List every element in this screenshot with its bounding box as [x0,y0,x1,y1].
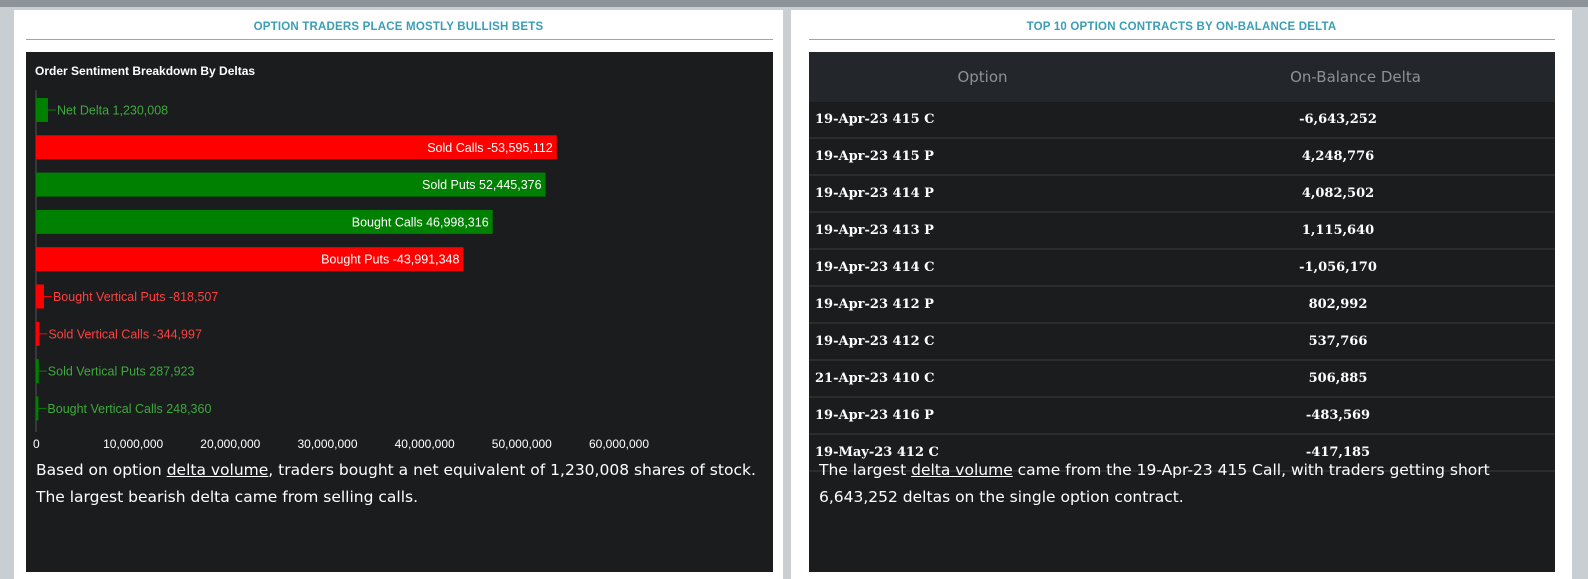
contracts-panel: TOP 10 OPTION CONTRACTS BY ON-BALANCE DE… [791,10,1572,579]
top-bar [0,0,1588,7]
description-text: Based on option [36,461,167,479]
sentiment-bar-chart: Net Delta 1,230,008 Sold Calls -53,595,11… [33,90,649,451]
title-divider [809,39,1555,40]
panel-title: OPTION TRADERS PLACE MOSTLY BULLISH BETS [253,21,544,33]
table-row[interactable]: 19-Apr-23 414 P 4,082,502 [809,175,1555,213]
table-row[interactable]: 21-Apr-23 410 C 506,885 [809,360,1555,398]
panel-title: TOP 10 OPTION CONTRACTS BY ON-BALANCE DE… [1026,21,1337,33]
on-balance-delta-cell: 802,992 [1156,286,1555,324]
x-tick-label: 10,000,000 [103,437,163,451]
option-cell: 19-Apr-23 416 P [809,397,1156,435]
table-row[interactable]: 19-Apr-23 414 C -1,056,170 [809,249,1555,287]
data-label: Bought Vertical Calls 248,360 [47,402,211,416]
data-label: Bought Calls 46,998,316 [352,215,489,229]
bar-bought-vertical-puts[interactable] [36,284,44,309]
x-tick-label: 40,000,000 [395,437,455,451]
column-header-on-balance-delta[interactable]: On-Balance Delta [1156,52,1555,102]
option-cell: 19-Apr-23 414 P [809,175,1156,213]
chart-card: Order Sentiment Breakdown By Deltas Net … [26,52,773,572]
table-card: Option On-Balance Delta 19-Apr-23 415 C-… [809,52,1555,572]
delta-volume-link[interactable]: delta volume [911,461,1013,479]
title-divider [26,39,773,40]
x-tick-label: 60,000,000 [589,437,649,451]
option-cell: 19-Apr-23 412 C [809,323,1156,361]
bar-net-delta[interactable] [36,98,48,122]
on-balance-delta-cell: 4,248,776 [1156,138,1555,176]
bar-sold-vertical-calls[interactable] [36,321,40,346]
option-cell: 19-Apr-23 412 P [809,286,1156,324]
table-row[interactable]: 19-Apr-23 415 C -6,643,252 [809,102,1555,139]
data-label: Bought Puts -43,991,348 [321,253,459,267]
on-balance-delta-cell: 537,766 [1156,323,1555,361]
sentiment-panel: OPTION TRADERS PLACE MOSTLY BULLISH BETS… [14,10,783,579]
on-balance-delta-cell: 4,082,502 [1156,175,1555,213]
on-balance-delta-cell: -6,643,252 [1156,102,1555,139]
option-cell: 21-Apr-23 410 C [809,360,1156,398]
delta-volume-link[interactable]: delta volume [167,461,269,479]
contracts-table: Option On-Balance Delta 19-Apr-23 415 C-… [809,52,1555,472]
table-row[interactable]: 19-Apr-23 415 P 4,248,776 [809,138,1555,176]
table-row[interactable]: 19-Apr-23 412 P 802,992 [809,286,1555,324]
option-cell: 19-Apr-23 413 P [809,212,1156,250]
bar-bought-vertical-calls[interactable] [36,396,39,421]
table-row[interactable]: 19-Apr-23 416 P -483,569 [809,397,1555,435]
on-balance-delta-cell: 1,115,640 [1156,212,1555,250]
table-row[interactable]: 19-Apr-23 413 P 1,115,640 [809,212,1555,250]
data-label: Sold Puts 52,445,376 [422,178,542,192]
x-tick-label: 50,000,000 [492,437,552,451]
x-tick-label: 0 [33,437,40,451]
data-label: Net Delta 1,230,008 [57,104,168,118]
bar-sold-vertical-puts[interactable] [36,359,39,384]
option-cell: 19-Apr-23 415 P [809,138,1156,176]
x-tick-label: 30,000,000 [297,437,357,451]
option-cell: 19-Apr-23 414 C [809,249,1156,287]
x-tick-label: 20,000,000 [200,437,260,451]
chart-description: Based on option delta volume, traders bo… [36,457,766,510]
column-header-option[interactable]: Option [809,52,1156,102]
data-label: Bought Vertical Puts -818,507 [53,290,218,304]
data-label: Sold Calls -53,595,112 [427,141,553,155]
table-description: The largest delta volume came from the 1… [819,457,1545,510]
table-row[interactable]: 19-Apr-23 412 C 537,766 [809,323,1555,361]
table-header-row: Option On-Balance Delta [809,52,1555,102]
option-cell: 19-Apr-23 415 C [809,102,1156,139]
on-balance-delta-cell: -1,056,170 [1156,249,1555,287]
data-label: Sold Vertical Calls -344,997 [48,327,202,341]
description-text: The largest [819,461,912,479]
on-balance-delta-cell: 506,885 [1156,360,1555,398]
on-balance-delta-cell: -483,569 [1156,397,1555,435]
data-label: Sold Vertical Puts 287,923 [48,365,195,379]
